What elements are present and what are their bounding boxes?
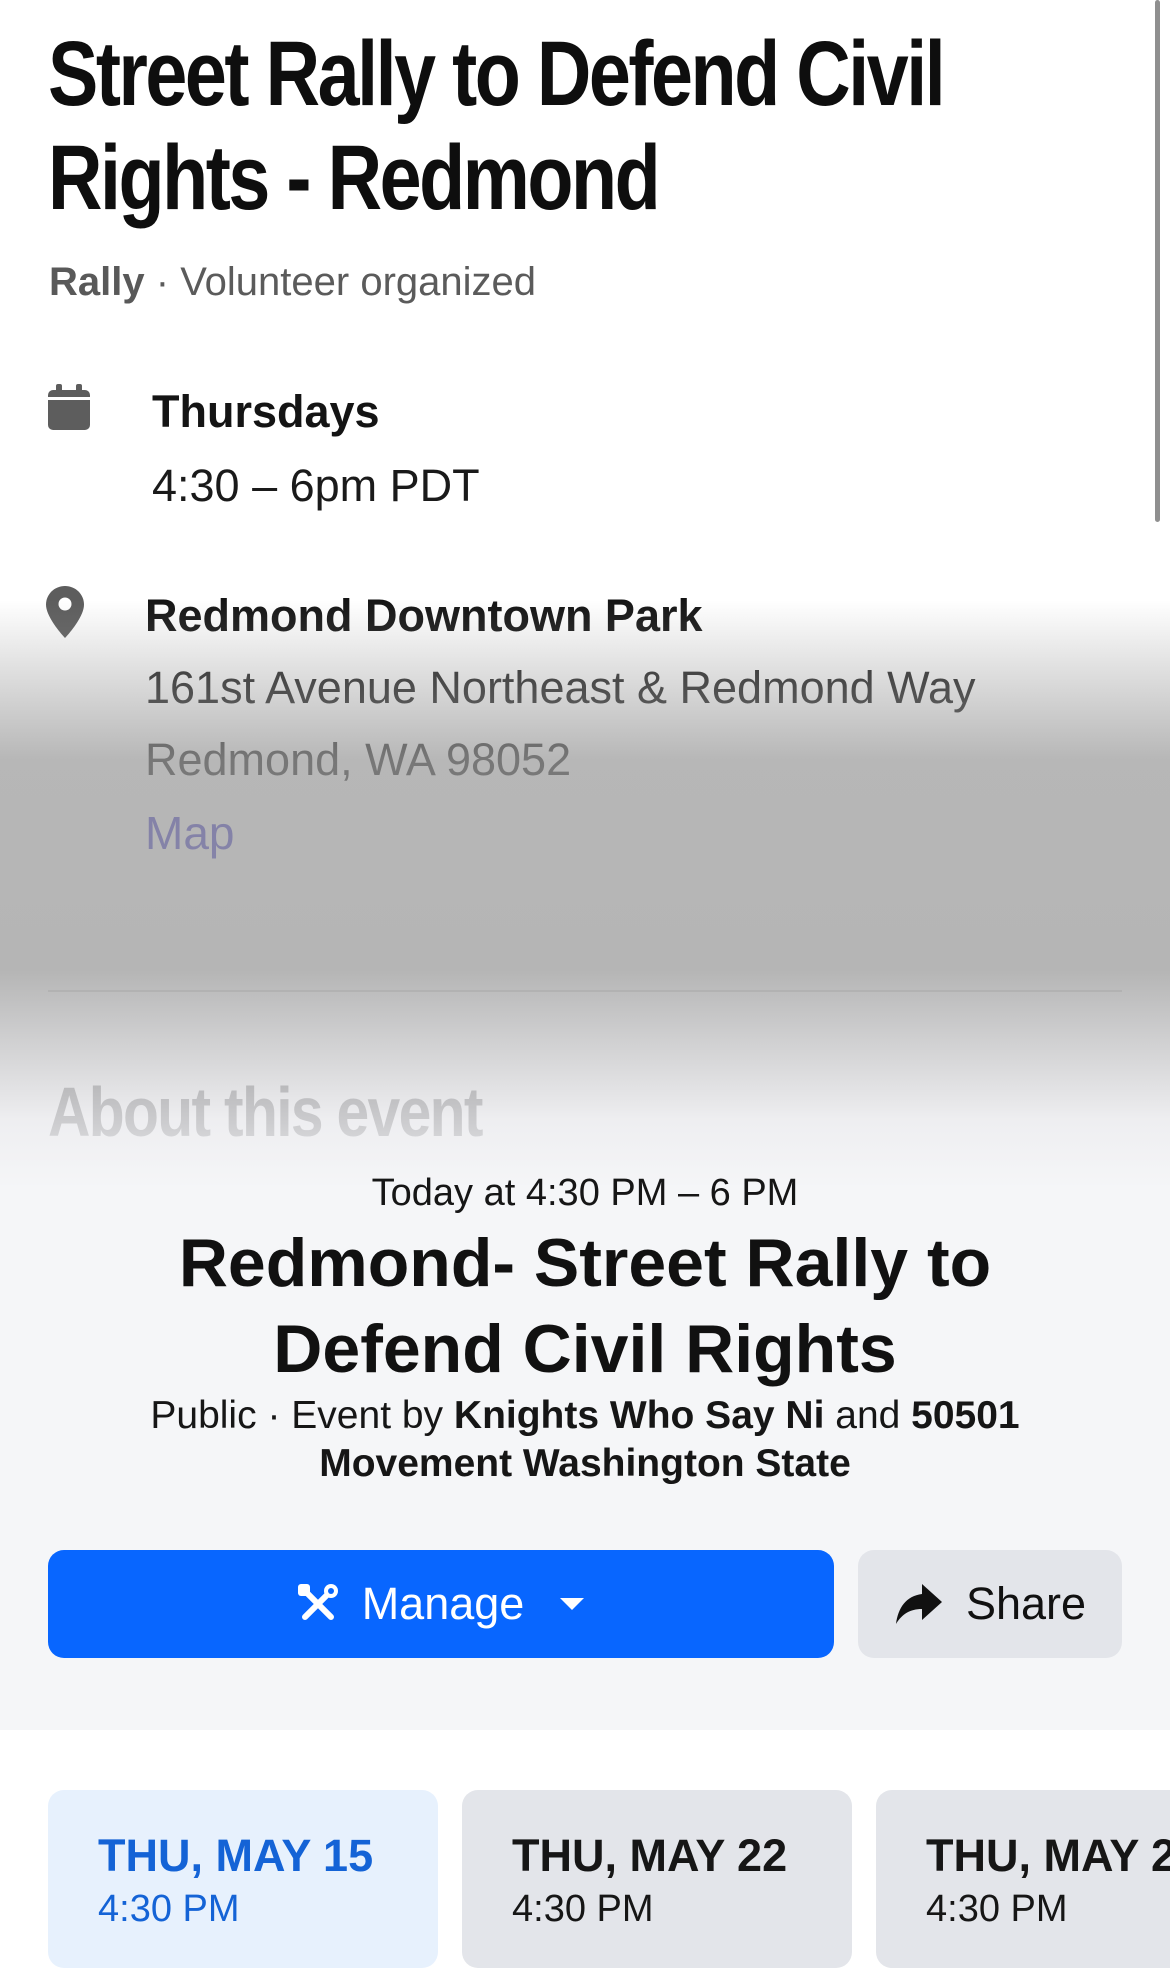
organizers-separator: · bbox=[267, 1394, 281, 1437]
event-by-label: Event by bbox=[291, 1394, 444, 1437]
calendar-icon bbox=[48, 384, 90, 430]
caret-down-icon bbox=[560, 1598, 585, 1610]
date-card-day: THU, MAY 15 bbox=[98, 1830, 374, 1881]
event-subline: Rally · Volunteer organized bbox=[49, 260, 536, 305]
and-label: and bbox=[835, 1394, 901, 1437]
address-line-2: Redmond, WA 98052 bbox=[145, 734, 572, 785]
address-line-1: 161st Avenue Northeast & Redmond Way bbox=[145, 662, 976, 713]
location-pin-icon bbox=[46, 586, 84, 638]
share-button[interactable]: Share bbox=[858, 1550, 1122, 1658]
location-name: Redmond Downtown Park bbox=[145, 590, 703, 641]
event-type: Rally bbox=[49, 260, 145, 304]
date-card[interactable]: THU, MAY 22 4:30 PM bbox=[462, 1790, 852, 1968]
about-heading: About this event bbox=[48, 1073, 483, 1151]
map-link[interactable]: Map bbox=[145, 806, 234, 860]
section-divider bbox=[48, 990, 1122, 992]
date-card-time: 4:30 PM bbox=[926, 1888, 1068, 1930]
manage-button[interactable]: Manage bbox=[48, 1550, 834, 1658]
share-label: Share bbox=[965, 1578, 1087, 1629]
manage-label: Manage bbox=[361, 1578, 525, 1629]
date-card-time: 4:30 PM bbox=[98, 1888, 240, 1930]
event-sheet-title: Redmond- Street Rally to Defend Civil Ri… bbox=[178, 1225, 992, 1387]
date-card-time: 4:30 PM bbox=[512, 1888, 654, 1930]
date-card-selected[interactable]: THU, MAY 15 4:30 PM bbox=[48, 1790, 438, 1968]
scrollbar[interactable] bbox=[1155, 0, 1160, 522]
date-card[interactable]: THU, MAY 29 4:30 PM bbox=[876, 1790, 1170, 1968]
page-title: Street Rally to Defend Civil Rights - Re… bbox=[48, 23, 946, 229]
subline-separator: · bbox=[155, 260, 170, 304]
event-time: 4:30 – 6pm PDT bbox=[152, 460, 480, 511]
visibility-label: Public bbox=[150, 1394, 257, 1437]
share-arrow-icon bbox=[895, 1584, 942, 1624]
tools-icon bbox=[297, 1584, 338, 1620]
date-card-day: THU, MAY 22 bbox=[512, 1830, 788, 1881]
event-day: Thursdays bbox=[152, 386, 380, 437]
event-details-page: Street Rally to Defend Civil Rights - Re… bbox=[0, 0, 1170, 1200]
organized-note: Volunteer organized bbox=[180, 260, 537, 304]
host-link-1[interactable]: Knights Who Say Ni bbox=[454, 1394, 825, 1437]
date-card-day: THU, MAY 29 bbox=[926, 1830, 1170, 1881]
event-organizers: Public · Event by Knights Who Say Ni and… bbox=[90, 1392, 1080, 1488]
event-today-time: Today at 4:30 PM – 6 PM bbox=[371, 1172, 799, 1214]
dates-carousel[interactable]: THU, MAY 15 4:30 PM THU, MAY 22 4:30 PM … bbox=[0, 1730, 1170, 1981]
